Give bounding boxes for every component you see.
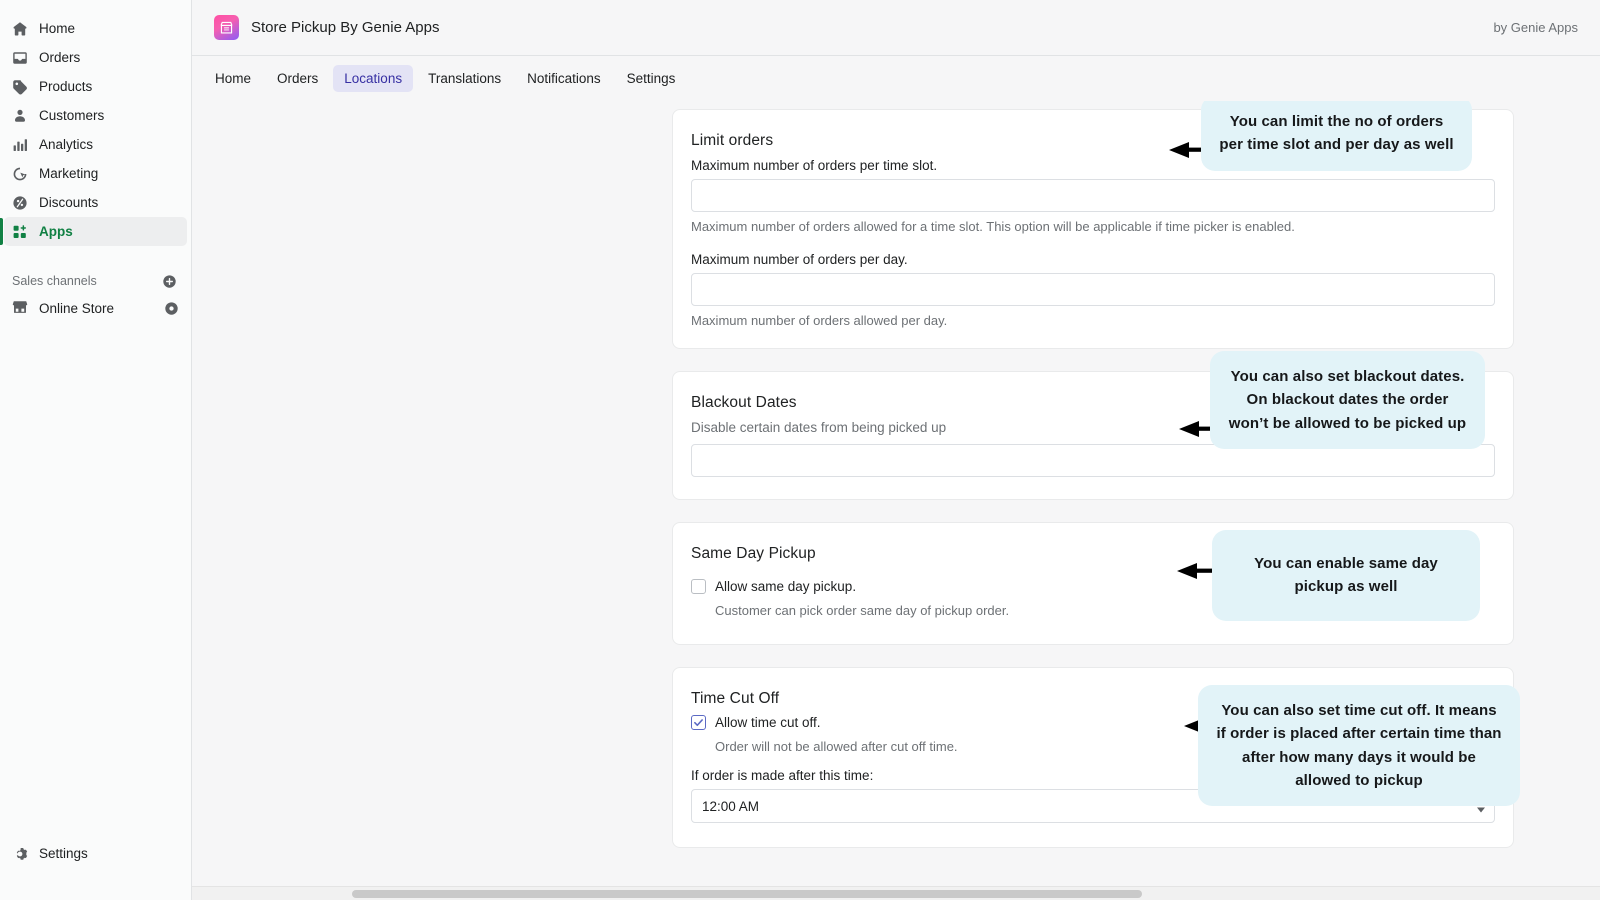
same-day-pickup-checkbox-label: Allow same day pickup.	[715, 579, 856, 594]
sales-channels-section: Sales channels	[0, 268, 191, 294]
store-icon	[12, 299, 28, 318]
tab-orders[interactable]: Orders	[266, 65, 329, 92]
sidebar-item-label: Discounts	[39, 195, 98, 210]
sidebar-item-label: Apps	[39, 224, 73, 239]
gear-icon	[12, 846, 28, 862]
max-orders-per-slot-input[interactable]	[691, 179, 1495, 212]
sidebar-item-apps[interactable]: Apps	[4, 217, 187, 246]
view-eye-icon[interactable]	[163, 301, 179, 317]
sidebar-item-label: Settings	[39, 846, 88, 861]
time-cut-off-checkbox[interactable]	[691, 715, 706, 730]
sidebar-item-online-store[interactable]: Online Store	[4, 294, 187, 323]
same-day-pickup-checkbox[interactable]	[691, 579, 706, 594]
app-name: Store Pickup By Genie Apps	[251, 19, 439, 36]
sidebar-item-label: Products	[39, 79, 92, 94]
sidebar-item-analytics[interactable]: Analytics	[4, 130, 187, 159]
callout-limit-orders: You can limit the no of orders per time …	[1201, 101, 1472, 171]
discounts-percent-icon	[12, 195, 28, 211]
callout-blackout-dates: You can also set blackout dates. On blac…	[1210, 351, 1485, 449]
apps-grid-icon	[12, 224, 28, 240]
help-max-orders-per-slot: Maximum number of orders allowed for a t…	[691, 219, 1495, 234]
sidebar-item-home[interactable]: Home	[4, 14, 187, 43]
sidebar-item-label: Home	[39, 21, 75, 36]
orders-icon	[12, 50, 28, 66]
sidebar-item-products[interactable]: Products	[4, 72, 187, 101]
sidebar-item-marketing[interactable]: Marketing	[4, 159, 187, 188]
tab-bar: Home Orders Locations Translations Notif…	[192, 56, 1600, 101]
sidebar-item-label: Orders	[39, 50, 80, 65]
horizontal-scrollbar[interactable]	[192, 886, 1600, 900]
home-icon	[12, 21, 28, 37]
main-area: Store Pickup By Genie Apps by Genie Apps…	[192, 0, 1600, 900]
sidebar: Home Orders Products Customers Analytics	[0, 0, 192, 900]
sidebar-footer: Settings	[0, 839, 191, 868]
blackout-dates-input[interactable]	[691, 444, 1495, 477]
max-orders-per-day-input[interactable]	[691, 273, 1495, 306]
sidebar-item-settings[interactable]: Settings	[4, 839, 187, 868]
content-scroll-region: Limit orders Maximum number of orders pe…	[192, 101, 1600, 900]
tab-translations[interactable]: Translations	[417, 65, 512, 92]
marketing-target-icon	[12, 166, 28, 182]
label-max-orders-per-day: Maximum number of orders per day.	[691, 252, 1495, 267]
sidebar-item-orders[interactable]: Orders	[4, 43, 187, 72]
sidebar-item-label: Customers	[39, 108, 104, 123]
horizontal-scrollbar-thumb[interactable]	[352, 890, 1142, 898]
tab-locations[interactable]: Locations	[333, 65, 413, 92]
tab-notifications[interactable]: Notifications	[516, 65, 612, 92]
app-title-group: Store Pickup By Genie Apps	[214, 15, 439, 40]
app-byline: by Genie Apps	[1493, 20, 1578, 35]
callout-time-cut-off: You can also set time cut off. It means …	[1198, 685, 1520, 806]
sidebar-item-label: Online Store	[39, 301, 114, 316]
analytics-bars-icon	[12, 137, 28, 153]
app-header: Store Pickup By Genie Apps by Genie Apps	[192, 0, 1600, 56]
store-pickup-app-icon	[214, 15, 239, 40]
sidebar-item-label: Analytics	[39, 137, 93, 152]
app-root: Home Orders Products Customers Analytics	[0, 0, 1600, 900]
products-tag-icon	[12, 79, 28, 95]
sidebar-item-discounts[interactable]: Discounts	[4, 188, 187, 217]
plus-circle-icon[interactable]	[161, 273, 177, 289]
time-cut-off-checkbox-label: Allow time cut off.	[715, 715, 821, 730]
tab-settings[interactable]: Settings	[616, 65, 687, 92]
customers-person-icon	[12, 108, 28, 124]
tab-home[interactable]: Home	[204, 65, 262, 92]
callout-same-day-pickup: You can enable same day pickup as well	[1212, 530, 1480, 621]
help-max-orders-per-day: Maximum number of orders allowed per day…	[691, 313, 1495, 328]
sales-channels-label: Sales channels	[12, 274, 97, 288]
sidebar-item-customers[interactable]: Customers	[4, 101, 187, 130]
sidebar-item-label: Marketing	[39, 166, 98, 181]
